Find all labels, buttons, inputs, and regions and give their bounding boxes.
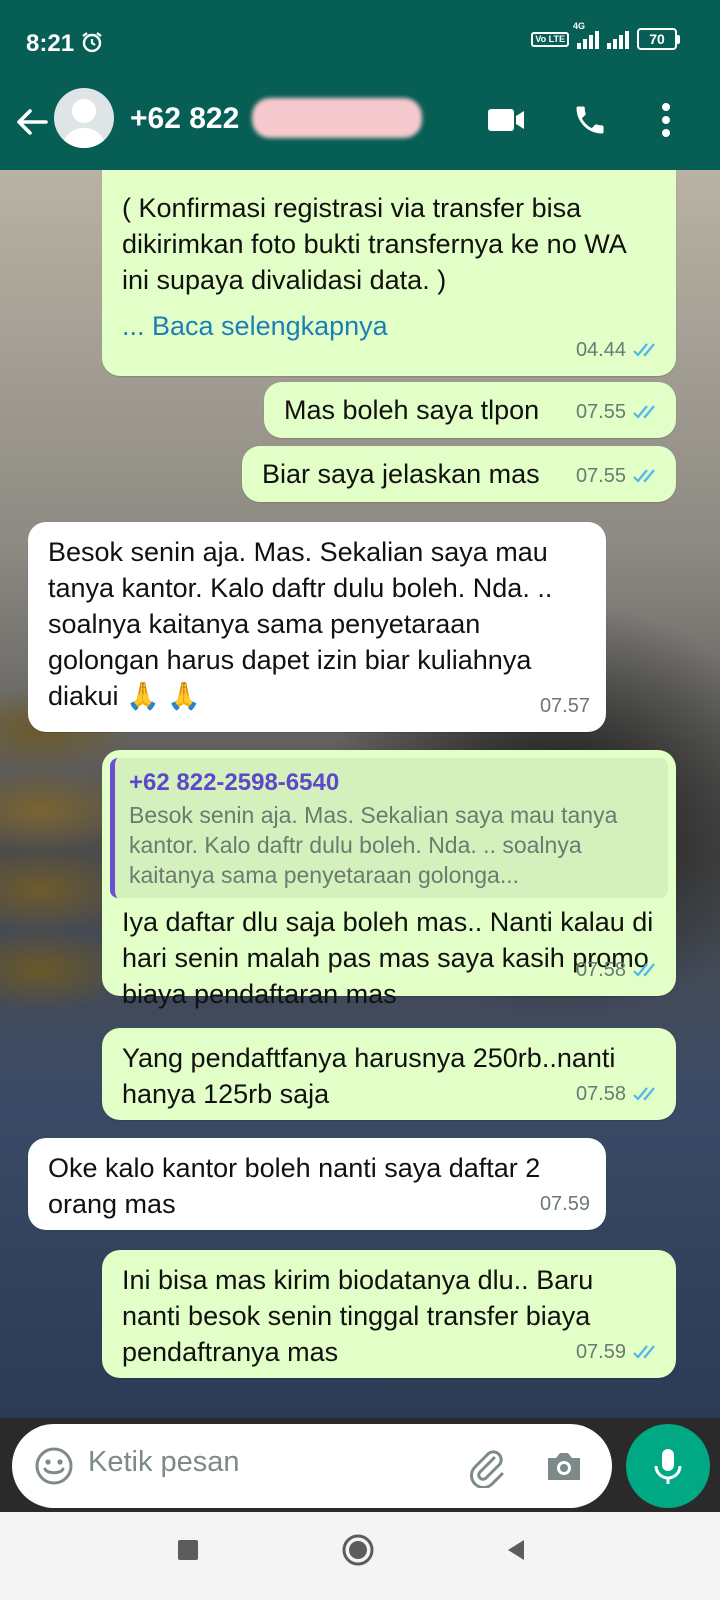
message-input[interactable]: Ketik pesan	[88, 1446, 240, 1479]
message-meta: 07.57	[540, 688, 590, 724]
redaction-mark	[252, 98, 422, 138]
message-outgoing[interactable]: ( Konfirmasi registrasi via transfer bis…	[102, 170, 676, 376]
quoted-message[interactable]: +62 822-2598-6540 Besok senin aja. Mas. …	[110, 758, 668, 898]
read-ticks-icon	[633, 343, 655, 357]
message-meta: 07.58	[576, 1076, 660, 1112]
message-input-bar[interactable]: Ketik pesan	[12, 1424, 612, 1508]
read-ticks-icon	[633, 469, 655, 483]
back-arrow-icon[interactable]	[12, 102, 52, 142]
back-triangle-icon[interactable]	[504, 1538, 528, 1567]
message-incoming[interactable]: Besok senin aja. Mas. Sekalian saya mau …	[28, 522, 606, 732]
chat-header: +62 822	[0, 82, 720, 170]
message-outgoing[interactable]: Yang pendaftfanya harusnya 250rb..nanti …	[102, 1028, 676, 1120]
message-text: Oke kalo kantor boleh nanti saya daftar …	[48, 1153, 541, 1219]
message-outgoing[interactable]: Mas boleh saya tlpon 07.55	[264, 382, 676, 438]
system-indicators: Vo LTE 4G 70	[531, 21, 680, 50]
message-time: 07.59	[539, 1193, 590, 1215]
message-meta: 07.55	[576, 394, 660, 430]
battery-level: 70	[637, 28, 677, 50]
message-meta: 04.44	[576, 332, 660, 368]
message-outgoing[interactable]: Biar saya jelaskan mas 07.55	[242, 446, 676, 502]
message-meta: 07.58	[576, 952, 660, 988]
message-text: Besok senin aja. Mas. Sekalian saya mau …	[48, 537, 553, 711]
read-ticks-icon	[633, 963, 655, 977]
read-ticks-icon	[633, 1345, 655, 1359]
network-type: 4G	[573, 21, 586, 31]
message-meta: 07.55	[576, 458, 660, 494]
alarm-icon	[80, 30, 104, 59]
emoji-icon[interactable]	[34, 1446, 74, 1491]
signal-icon-2	[607, 29, 629, 49]
read-ticks-icon	[633, 405, 655, 419]
voice-call-icon[interactable]	[568, 98, 612, 142]
message-time: 07.58	[575, 1083, 626, 1105]
video-call-icon[interactable]	[484, 98, 528, 142]
message-time: 07.59	[575, 1341, 626, 1363]
message-time: 07.55	[575, 401, 626, 423]
mic-button[interactable]	[626, 1424, 710, 1508]
message-time: 07.58	[575, 959, 626, 981]
clock: 8:21	[26, 30, 75, 57]
quoted-sender: +62 822-2598-6540	[129, 769, 340, 796]
quoted-text: Besok senin aja. Mas. Sekalian saya mau …	[129, 802, 618, 888]
avatar-icon[interactable]	[54, 88, 114, 148]
read-ticks-icon	[633, 1087, 655, 1101]
message-meta: 07.59	[576, 1334, 660, 1370]
home-circle-icon[interactable]	[340, 1532, 376, 1573]
mic-icon	[654, 1449, 682, 1484]
camera-icon[interactable]	[542, 1444, 586, 1493]
message-text: ( Konfirmasi registrasi via transfer bis…	[122, 193, 626, 295]
message-outgoing[interactable]: Ini bisa mas kirim biodatanya dlu.. Baru…	[102, 1250, 676, 1378]
message-incoming[interactable]: Oke kalo kantor boleh nanti saya daftar …	[28, 1138, 606, 1230]
signal-icon: 4G	[573, 21, 599, 49]
recents-square-icon[interactable]	[176, 1538, 200, 1567]
message-meta: 07.59	[540, 1186, 590, 1222]
message-outgoing-reply[interactable]: +62 822-2598-6540 Besok senin aja. Mas. …	[102, 750, 676, 1009]
battery-icon: 70	[637, 28, 680, 50]
attach-icon[interactable]	[464, 1444, 508, 1493]
system-nav-bar	[0, 1512, 720, 1600]
volte-badge: Vo LTE	[531, 31, 569, 47]
message-time: 07.57	[539, 695, 590, 717]
message-time: 07.55	[575, 465, 626, 487]
status-bar: 8:21 Vo LTE 4G 70	[0, 0, 720, 82]
message-time: 04.44	[575, 339, 626, 361]
more-options-icon[interactable]	[644, 98, 688, 142]
contact-name[interactable]: +62 822	[130, 102, 239, 136]
chat-background: ( Konfirmasi registrasi via transfer bis…	[0, 170, 720, 1418]
